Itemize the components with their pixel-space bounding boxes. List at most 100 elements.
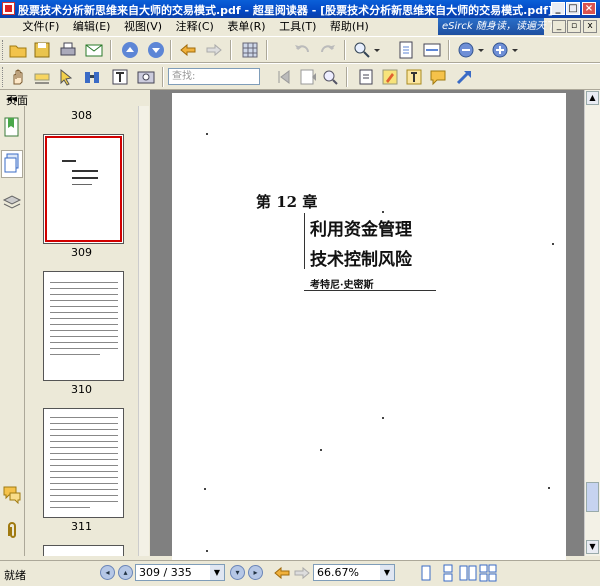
comments-tab-icon[interactable] (2, 484, 22, 505)
document-page[interactable]: 第 12 章 利用资金管理 技术控制风险 考特尼·史密斯 (172, 93, 566, 563)
redo-icon[interactable] (318, 40, 338, 60)
collapse-panel-button[interactable]: ◂◂ (6, 92, 144, 105)
continuous-page-icon[interactable] (438, 563, 458, 583)
pages-tab-icon[interactable] (1, 150, 23, 178)
zoom-tool-icon[interactable] (352, 40, 372, 60)
toolbar-separator (266, 40, 268, 60)
mdi-minimize-button[interactable]: _ (552, 20, 566, 33)
thumb-line (50, 483, 118, 484)
grid-icon[interactable] (240, 40, 260, 60)
chevron-down-icon[interactable] (476, 40, 486, 60)
search-input[interactable]: 查找: (168, 68, 260, 85)
thumbnail-scrollbar[interactable] (138, 106, 149, 556)
fit-width-icon[interactable] (422, 40, 442, 60)
thumb-line (50, 429, 118, 430)
mdi-restore-button[interactable]: ▫ (567, 20, 581, 33)
snapshot-icon[interactable] (136, 67, 156, 87)
continuous-facing-icon[interactable] (478, 563, 498, 583)
page-number-input[interactable]: 309 / 335 ▼ (135, 564, 225, 581)
thumb-line (50, 282, 118, 283)
thumbnail-312[interactable] (43, 545, 124, 556)
title-bar: 股票技术分析新思维来自大师的交易模式.pdf - 超星阅读器 - [股票技术分析… (0, 0, 600, 18)
thumb-line (50, 294, 118, 295)
thumbnail-311[interactable] (43, 408, 124, 518)
back-view-icon[interactable] (272, 563, 292, 583)
scroll-up-button[interactable]: ▲ (586, 91, 599, 105)
document-scrollbar[interactable]: ▲ ▼ (584, 90, 600, 556)
mdi-close-button[interactable]: x (583, 20, 597, 33)
facing-pages-icon[interactable] (458, 563, 478, 583)
text-box-icon[interactable] (110, 67, 130, 87)
thumbnail-label-309: 309 (71, 246, 92, 259)
chevron-down-icon[interactable]: ▼ (380, 565, 394, 580)
panel-header: 页面 ◂◂ (0, 90, 148, 107)
scroll-thumb[interactable] (586, 482, 599, 512)
first-page-icon[interactable] (274, 67, 294, 87)
next-page-icon[interactable] (146, 40, 166, 60)
menu-help[interactable]: 帮助(H) (325, 18, 374, 35)
bookmarks-tab-icon[interactable] (2, 116, 22, 137)
arrow-tool-icon[interactable] (454, 67, 474, 87)
prev-page-icon[interactable] (120, 40, 140, 60)
last-page-button[interactable]: ▸ (248, 565, 263, 580)
binoculars-icon[interactable] (82, 67, 102, 87)
open-folder-icon[interactable] (8, 40, 28, 60)
next-page-button[interactable]: ▾ (230, 565, 245, 580)
previous-page-button[interactable]: ▴ (118, 565, 133, 580)
text-note-icon[interactable] (404, 67, 424, 87)
chevron-down-icon[interactable]: ▼ (210, 565, 224, 580)
menu-annotate[interactable]: 注释(C) (171, 18, 219, 35)
title-rule (304, 213, 305, 269)
menu-tools[interactable]: 工具(T) (274, 18, 321, 35)
forward-arrow-icon[interactable] (204, 40, 224, 60)
maximize-button[interactable]: □ (566, 2, 580, 15)
pointer-icon[interactable] (56, 67, 76, 87)
find-icon[interactable] (320, 67, 340, 87)
menu-file[interactable]: 文件(F) (18, 18, 65, 35)
thumb-line (72, 184, 92, 185)
print-icon[interactable] (58, 40, 78, 60)
toolbar-separator (110, 40, 112, 60)
attachments-tab-icon[interactable] (2, 520, 22, 540)
single-page-icon[interactable] (416, 563, 436, 583)
minimize-button[interactable]: _ (551, 2, 565, 15)
close-button[interactable]: × (582, 2, 596, 15)
thumb-line (50, 441, 118, 442)
zoom-select[interactable]: 66.67% ▼ (313, 564, 395, 581)
thumb-line (50, 306, 118, 307)
email-icon[interactable] (84, 40, 104, 60)
esirck-banner[interactable]: eSirck 随身读，读遍天下书！ (438, 18, 576, 35)
chevron-down-icon[interactable] (510, 40, 520, 60)
thumb-line (50, 336, 118, 337)
menu-form[interactable]: 表单(R) (222, 18, 270, 35)
thumb-line (50, 477, 118, 478)
stamp-icon[interactable] (356, 67, 376, 87)
thumbnail-309[interactable] (43, 134, 124, 244)
thumbnail-label-308: 308 (71, 109, 92, 122)
back-arrow-icon[interactable] (178, 40, 198, 60)
zoom-value: 66.67% (317, 566, 359, 579)
hand-tool-icon[interactable] (8, 67, 28, 87)
highlight-icon[interactable] (380, 67, 400, 87)
zoom-out-icon[interactable] (456, 40, 476, 60)
chevron-down-icon[interactable] (372, 40, 382, 60)
undo-icon[interactable] (292, 40, 312, 60)
find-prev-icon[interactable] (298, 67, 318, 87)
forward-view-icon[interactable] (292, 563, 312, 583)
first-page-button[interactable]: ◂ (100, 565, 115, 580)
menu-view[interactable]: 视图(V) (119, 18, 167, 35)
page-speck (206, 550, 208, 552)
layers-tab-icon[interactable] (2, 192, 22, 212)
save-icon[interactable] (32, 40, 52, 60)
toolbar-separator (344, 40, 346, 60)
zoom-in-icon[interactable] (490, 40, 510, 60)
fit-page-icon[interactable] (396, 40, 416, 60)
thumb-line (50, 507, 90, 508)
thumb-line (50, 318, 118, 319)
comment-icon[interactable] (428, 67, 448, 87)
scroll-down-button[interactable]: ▼ (586, 540, 599, 554)
text-select-icon[interactable] (32, 67, 52, 87)
thumb-line (50, 453, 118, 454)
thumbnail-310[interactable] (43, 271, 124, 381)
menu-edit[interactable]: 编辑(E) (68, 18, 116, 35)
